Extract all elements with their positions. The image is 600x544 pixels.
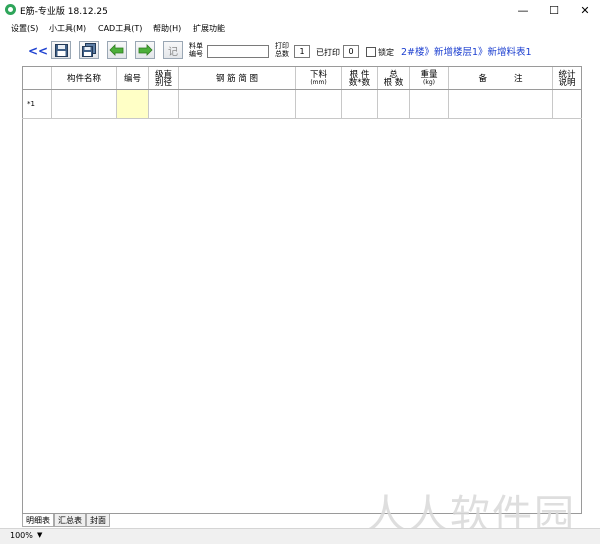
- material-no-input[interactable]: [207, 45, 269, 58]
- col-header-grade[interactable]: 级直 别径: [149, 67, 179, 90]
- col-header-weight-line1: 重量: [420, 69, 438, 80]
- material-table[interactable]: [22, 66, 582, 514]
- print-count-label-1: 打印: [275, 42, 289, 50]
- col-header-weight-line2: (kg): [423, 78, 435, 86]
- cell-note[interactable]: [449, 90, 553, 118]
- row-header-corner: [23, 67, 52, 90]
- zoom-dropdown-icon[interactable]: ▼: [37, 531, 42, 539]
- col-header-name[interactable]: 构件名称: [52, 67, 117, 90]
- tab-cover[interactable]: 封面: [86, 514, 110, 527]
- window-title: E筋-专业版 18.12.25: [20, 7, 108, 17]
- cell-total[interactable]: [378, 90, 410, 118]
- printed-count-input[interactable]: 0: [343, 45, 359, 58]
- col-header-total[interactable]: 总 根 数: [378, 67, 410, 90]
- save-all-icon: [82, 43, 96, 57]
- col-header-code[interactable]: 编号: [117, 67, 149, 90]
- save-all-button[interactable]: [79, 41, 99, 59]
- menu-tools[interactable]: 小工具(M): [49, 23, 86, 34]
- col-header-count-line2: 数*数: [348, 77, 371, 88]
- cell-grade[interactable]: [149, 90, 179, 118]
- material-no-label-2: 编号: [189, 50, 203, 58]
- redo-button[interactable]: [135, 41, 155, 59]
- undo-button[interactable]: [107, 41, 127, 59]
- app-logo-icon: [5, 4, 16, 15]
- save-icon: [54, 43, 68, 57]
- tab-detail[interactable]: 明细表: [22, 514, 54, 527]
- print-count-label-2: 总数: [275, 50, 289, 58]
- printed-label: 已打印: [316, 48, 340, 57]
- row-marker[interactable]: *1: [23, 90, 52, 118]
- menu-settings[interactable]: 设置(S): [11, 23, 38, 34]
- material-no-label-1: 料单: [189, 42, 203, 50]
- lock-label: 锁定: [378, 48, 394, 57]
- cell-weight[interactable]: [410, 90, 449, 118]
- col-header-cut-line1: 下料: [309, 69, 327, 80]
- back-button[interactable]: <<: [28, 44, 48, 58]
- zoom-level[interactable]: 100%: [10, 531, 33, 540]
- col-header-cut[interactable]: 下料 (mm): [296, 67, 342, 90]
- row-divider: [22, 118, 582, 119]
- save-button[interactable]: [51, 41, 71, 59]
- tab-summary[interactable]: 汇总表: [54, 514, 86, 527]
- menu-cad-tools[interactable]: CAD工具(T): [98, 23, 142, 34]
- col-header-stat[interactable]: 统计 说明: [553, 67, 581, 90]
- cell-count[interactable]: [342, 90, 378, 118]
- menu-help[interactable]: 帮助(H): [153, 23, 181, 34]
- print-count-input[interactable]: 1: [294, 45, 310, 58]
- menu-bar: [0, 20, 600, 36]
- col-header-stat-line2: 说明: [558, 77, 576, 88]
- col-header-weight[interactable]: 重量 (kg): [410, 67, 449, 90]
- undo-icon: [109, 44, 124, 56]
- cell-code-selected[interactable]: [117, 90, 149, 118]
- menu-extensions[interactable]: 扩展功能: [193, 23, 225, 34]
- col-header-cut-line2: (mm): [310, 78, 327, 86]
- col-header-note[interactable]: 备 注: [449, 67, 553, 90]
- breadcrumb[interactable]: 2#楼》新增楼层1》新增料表1: [401, 44, 532, 58]
- cell-name[interactable]: [52, 90, 117, 118]
- minimize-button[interactable]: —: [508, 0, 538, 20]
- note-button[interactable]: 记: [163, 41, 183, 59]
- status-bar: [0, 528, 600, 544]
- lock-checkbox[interactable]: [366, 47, 376, 57]
- col-header-total-line2: 根 数: [383, 77, 404, 88]
- cell-stat[interactable]: [553, 90, 581, 118]
- redo-icon: [138, 44, 153, 56]
- col-header-grade-line2: 别径: [154, 77, 172, 88]
- maximize-button[interactable]: ☐: [539, 0, 569, 20]
- col-header-shape[interactable]: 钢 筋 简 图: [179, 67, 296, 90]
- col-header-count[interactable]: 根 件 数*数: [342, 67, 378, 90]
- cell-shape[interactable]: [179, 90, 296, 118]
- close-button[interactable]: ✕: [570, 0, 600, 20]
- cell-cut[interactable]: [296, 90, 342, 118]
